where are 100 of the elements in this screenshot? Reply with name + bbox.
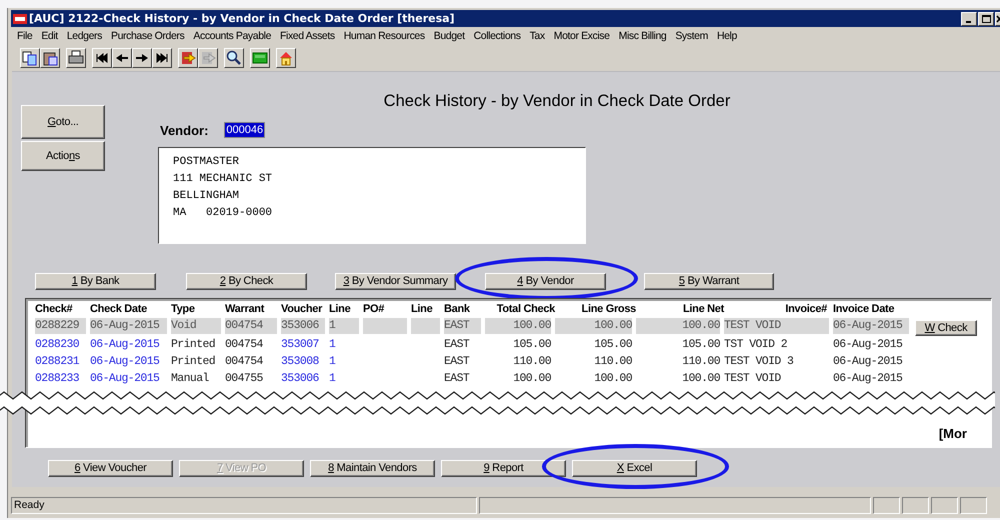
view-tab[interactable]: 3 By Vendor Summary	[335, 272, 456, 290]
first-record-icon[interactable]	[92, 48, 112, 68]
status-panel	[902, 497, 929, 514]
action-button[interactable]: 6 View Voucher	[48, 460, 173, 476]
table-link[interactable]: 06-Aug-2015	[90, 371, 167, 387]
column-header: Line Net	[682, 302, 724, 317]
table-link[interactable]: 06-Aug-2015	[90, 354, 167, 370]
table-cell-text: 06-Aug-2015	[833, 354, 904, 370]
empty-cell	[411, 318, 440, 334]
table-cell: TEST VOID	[724, 318, 829, 334]
next-record-icon[interactable]	[132, 48, 152, 68]
column-header: Line	[329, 302, 352, 317]
action-button[interactable]: 8 Maintain Vendors	[310, 460, 435, 476]
table-link[interactable]: 353007	[281, 337, 325, 353]
copy-icon[interactable]	[20, 48, 40, 68]
table-cell-text: EAST	[444, 354, 470, 370]
table-link[interactable]: 1	[329, 371, 359, 387]
table-cell: 100.00	[636, 318, 720, 334]
table-cell-text: 100.00	[681, 371, 720, 387]
menu-item[interactable]: Accounts Payable	[189, 30, 276, 42]
menu-item[interactable]: Collections	[470, 30, 526, 42]
status-panel	[931, 497, 958, 514]
minimize-icon[interactable]	[961, 12, 977, 26]
column-header: Check#	[35, 302, 74, 317]
paste-icon[interactable]	[40, 48, 60, 68]
menu-item[interactable]: Help	[712, 30, 742, 42]
table-cell-text: 110.00	[512, 354, 551, 370]
table-cell: 100.00	[485, 318, 551, 334]
menu-item[interactable]: Budget	[430, 30, 470, 42]
view-tab[interactable]: 4 By Vendor	[485, 272, 606, 290]
table-cell-text: 105.00	[681, 337, 720, 353]
vendor-field[interactable]: 000046	[224, 122, 266, 138]
menu-item[interactable]: Purchase Orders	[106, 30, 190, 42]
menu-item[interactable]: Misc Billing	[614, 30, 672, 42]
vendor-label: Vendor:	[160, 122, 208, 138]
table-link[interactable]: 06-Aug-2015	[90, 337, 167, 353]
table-cell-text: Printed	[171, 354, 216, 370]
maximize-icon[interactable]	[978, 12, 994, 26]
table-link[interactable]: 353006	[281, 371, 325, 387]
view-check-button[interactable]: W Check	[915, 320, 977, 336]
table-link[interactable]: 353008	[281, 354, 325, 370]
page-heading: Check History - by Vendor in Check Date Order	[382, 92, 732, 112]
column-header: Invoice Date	[833, 302, 896, 317]
table-cell-text: EAST	[444, 337, 470, 353]
side-button[interactable]: Goto...	[21, 105, 105, 139]
previous-record-icon[interactable]	[112, 48, 132, 68]
table-cell-text: 06-Aug-2015	[833, 337, 904, 353]
column-header: Bank	[444, 302, 471, 317]
view-tab[interactable]: 1 By Bank	[35, 272, 156, 290]
status-panel	[873, 497, 900, 514]
printer-icon[interactable]	[66, 48, 86, 68]
table-cell: 004754	[225, 318, 277, 334]
exit-icon[interactable]	[178, 48, 198, 68]
menu-item[interactable]: Tax	[526, 30, 550, 42]
table-cell-text: TEST VOID 3	[724, 354, 794, 370]
table-cell: 353006	[281, 318, 325, 334]
table-cell-text: 110.00	[593, 354, 632, 370]
home-icon[interactable]	[276, 48, 296, 68]
menu-item[interactable]: Fixed Assets	[276, 30, 340, 42]
side-button[interactable]: Actions	[21, 141, 105, 171]
table-link[interactable]: 0288230	[35, 337, 86, 353]
action-button[interactable]: 9 Report	[441, 460, 566, 476]
column-header: Line Gross	[580, 302, 636, 317]
table-link[interactable]: 0288233	[35, 371, 86, 387]
table-cell-text: 105.00	[512, 337, 551, 353]
table-cell-text: 100.00	[593, 371, 632, 387]
table-cell-text: EAST	[444, 371, 470, 387]
table-cell-text: 004754	[225, 354, 264, 370]
menu-item[interactable]: System	[671, 30, 713, 42]
column-header: Voucher	[281, 302, 324, 317]
menu-item[interactable]: Motor Excise	[550, 30, 615, 42]
table-cell-text: TST VOID 2	[724, 337, 788, 353]
table-link[interactable]: 0288231	[35, 354, 86, 370]
forward-icon[interactable]	[198, 48, 218, 68]
menu-item[interactable]: Ledgers	[62, 30, 107, 42]
column-header: PO#	[363, 302, 386, 317]
table-cell-text: TEST VOID	[724, 371, 782, 387]
vendor-address: POSTMASTER 111 MECHANIC ST BELLINGHAM MA 02019-0000	[158, 147, 586, 244]
table-cell: Void	[171, 318, 221, 334]
screen-icon[interactable]	[250, 48, 270, 68]
column-header: Total Check	[496, 302, 555, 317]
table-cell-text: 004754	[225, 337, 264, 353]
menu-item[interactable]: Human Resources	[340, 30, 430, 42]
view-tab[interactable]: 2 By Check	[186, 272, 307, 290]
table-link[interactable]: 1	[329, 354, 359, 370]
table-cell-text: 06-Aug-2015	[833, 371, 904, 387]
window-title: [AUC] 2122-Check History - by Vendor in Check Date Order [theresa]	[29, 12, 456, 25]
last-record-icon[interactable]	[152, 48, 172, 68]
table-cell: 06-Aug-2015	[90, 318, 167, 334]
column-header: Type	[171, 302, 196, 317]
status-panel	[960, 497, 987, 514]
search-icon[interactable]	[224, 48, 244, 68]
menu-item[interactable]: File	[13, 30, 38, 42]
column-header: Invoice#	[784, 302, 827, 317]
view-tab[interactable]: 5 By Warrant	[644, 272, 774, 290]
menu-item[interactable]: Edit	[37, 30, 63, 42]
table-link[interactable]: 1	[329, 337, 359, 353]
table-cell: EAST	[444, 318, 481, 334]
action-button[interactable]: X Excel	[572, 460, 697, 476]
table-cell: 1	[329, 318, 359, 334]
